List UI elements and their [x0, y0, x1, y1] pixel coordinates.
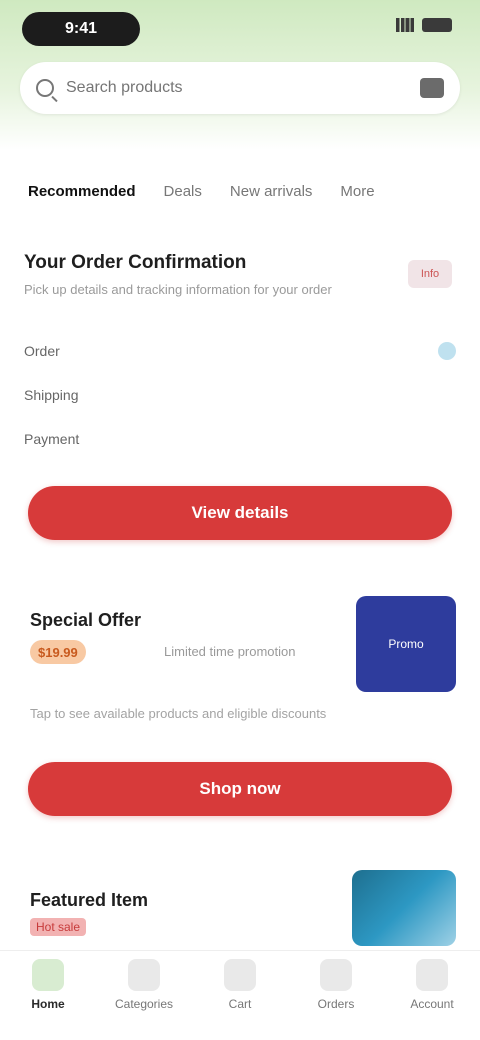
nav-home[interactable]: Home — [9, 959, 87, 1011]
row-label: Order — [24, 343, 60, 359]
nav-label: Account — [410, 997, 454, 1011]
offer-thumbnail[interactable]: Promo — [356, 596, 456, 692]
nav-categories[interactable]: Categories — [105, 959, 183, 1011]
offer-meta: Limited time promotion — [164, 644, 296, 659]
tab-more[interactable]: More — [340, 183, 374, 200]
tab-recommended[interactable]: Recommended — [28, 183, 136, 200]
row-label: Shipping — [24, 387, 79, 403]
offer-title: Special Offer — [30, 610, 142, 630]
nav-cart[interactable]: Cart — [201, 959, 279, 1011]
card-title: Your Order Confirmation — [24, 252, 247, 273]
status-icons — [396, 18, 452, 32]
tab-deals[interactable]: Deals — [164, 183, 202, 200]
nav-label: Cart — [228, 997, 252, 1011]
price-badge: $19.99 — [30, 640, 86, 664]
info-badge: Info — [408, 260, 452, 288]
sale-tag: Hot sale — [30, 918, 87, 936]
signal-icon — [396, 18, 414, 32]
search-bar[interactable] — [20, 62, 460, 114]
cart-icon — [224, 959, 256, 991]
tab-new-arrivals[interactable]: New arrivals — [230, 183, 313, 200]
nav-label: Categories — [114, 997, 174, 1011]
search-input[interactable] — [66, 79, 412, 97]
status-bar: 9:41 — [0, 0, 480, 56]
home-icon — [32, 959, 64, 991]
featured-title: Featured Item — [30, 890, 149, 910]
bottom-navigation: Home Categories Cart Orders Account — [0, 950, 480, 1040]
offer-card: Special Offer $19.99 Limited time promot… — [24, 596, 456, 830]
order-row: Order — [24, 336, 456, 366]
battery-icon — [422, 18, 452, 32]
grid-icon — [128, 959, 160, 991]
nav-account[interactable]: Account — [393, 959, 471, 1011]
camera-icon[interactable] — [420, 78, 444, 98]
shop-now-button[interactable]: Shop now — [28, 762, 452, 816]
category-tabs: Recommended Deals New arrivals More — [0, 168, 480, 214]
user-icon — [416, 959, 448, 991]
status-time: 9:41 — [22, 12, 140, 46]
nav-orders[interactable]: Orders — [297, 959, 375, 1011]
featured-card[interactable]: Featured Item Hot sale — [24, 870, 456, 950]
nav-label: Home — [31, 997, 65, 1011]
featured-thumbnail[interactable] — [352, 870, 456, 946]
thumb-label: Promo — [388, 637, 424, 651]
nav-label: Orders — [317, 997, 355, 1011]
search-icon — [36, 79, 54, 97]
card-subtitle: Pick up details and tracking information… — [24, 282, 332, 297]
row-label: Payment — [24, 431, 80, 447]
offer-description: Tap to see available products and eligib… — [30, 706, 327, 721]
order-card: Your Order Confirmation Pick up details … — [24, 252, 456, 552]
info-icon[interactable] — [438, 342, 456, 360]
view-details-button[interactable]: View details — [28, 486, 452, 540]
shipping-row: Shipping — [24, 380, 456, 410]
receipt-icon — [320, 959, 352, 991]
payment-row: Payment — [24, 424, 456, 454]
